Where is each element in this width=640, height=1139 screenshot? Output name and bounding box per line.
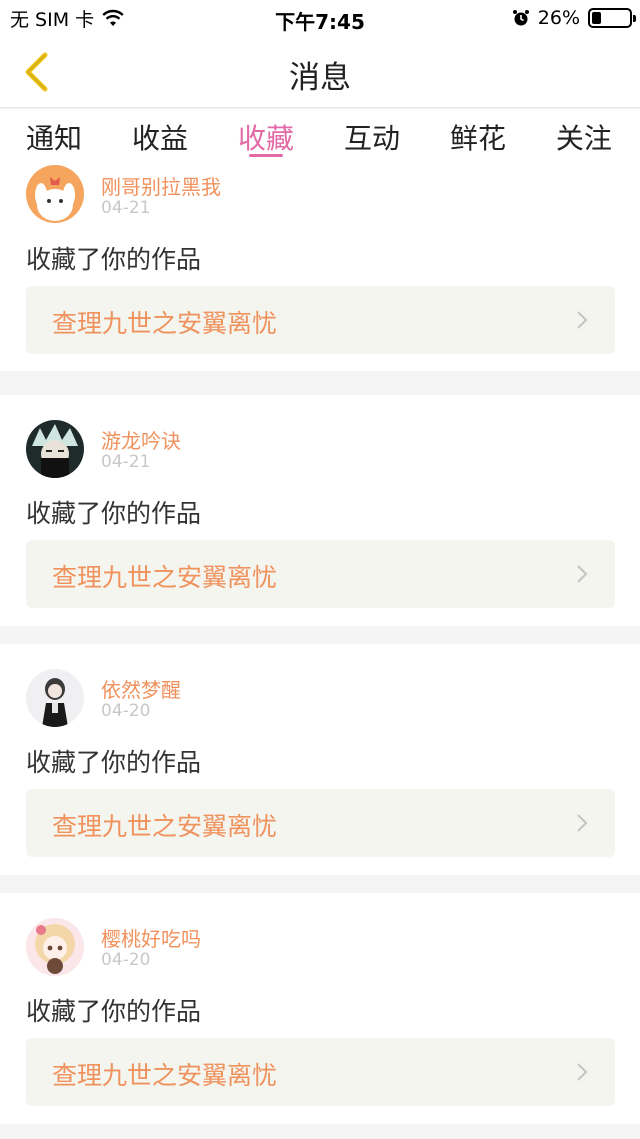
battery-icon — [588, 8, 636, 28]
avatar[interactable] — [26, 165, 84, 223]
message-list: 刚哥别拉黑我 04-21 收藏了你的作品 查理九世之安翼离忧 游龙吟诀 04-2… — [0, 165, 640, 1124]
username[interactable]: 刚哥别拉黑我 — [101, 171, 221, 200]
work-title: 查理九世之安翼离忧 — [52, 563, 278, 592]
work-title: 查理九世之安翼离忧 — [52, 309, 278, 338]
timestamp: 04-20 — [101, 950, 151, 970]
avatar[interactable] — [26, 918, 84, 976]
avatar-image — [26, 918, 84, 976]
chevron-right-icon — [577, 1063, 588, 1081]
nav-bar: 消息 — [0, 36, 640, 108]
list-item: 游龙吟诀 04-21 收藏了你的作品 查理九世之安翼离忧 — [0, 395, 640, 626]
avatar-image — [26, 420, 84, 478]
status-right: 26% — [512, 6, 636, 30]
status-bar: 无 SIM 卡 下午7:45 26% — [0, 0, 640, 36]
username[interactable]: 依然梦醒 — [101, 674, 181, 703]
battery-fill — [592, 12, 602, 24]
tab-notifications[interactable]: 通知 — [26, 109, 82, 165]
tab-earnings[interactable]: 收益 — [132, 109, 188, 165]
list-item: 依然梦醒 04-20 收藏了你的作品 查理九世之安翼离忧 — [0, 644, 640, 875]
page-title: 消息 — [289, 60, 351, 96]
avatar-image — [26, 165, 84, 223]
username[interactable]: 樱桃好吃吗 — [101, 923, 201, 952]
work-link[interactable]: 查理九世之安翼离忧 — [26, 1038, 615, 1106]
work-link[interactable]: 查理九世之安翼离忧 — [26, 286, 615, 354]
tab-interactions[interactable]: 互动 — [344, 109, 400, 165]
tab-bar: 通知 收益 收藏 互动 鲜花 关注 — [0, 109, 640, 165]
timestamp: 04-21 — [101, 198, 151, 218]
work-link[interactable]: 查理九世之安翼离忧 — [26, 789, 615, 857]
avatar-image — [26, 669, 84, 727]
chevron-right-icon — [577, 565, 588, 583]
timestamp: 04-21 — [101, 452, 151, 472]
action-text: 收藏了你的作品 — [26, 245, 202, 274]
chevron-right-icon — [577, 814, 588, 832]
list-item: 刚哥别拉黑我 04-21 收藏了你的作品 查理九世之安翼离忧 — [0, 165, 640, 371]
action-text: 收藏了你的作品 — [26, 997, 202, 1026]
work-title: 查理九世之安翼离忧 — [52, 1061, 278, 1090]
timestamp: 04-20 — [101, 701, 151, 721]
tab-favorites[interactable]: 收藏 — [238, 109, 294, 165]
action-text: 收藏了你的作品 — [26, 748, 202, 777]
chevron-right-icon — [577, 311, 588, 329]
tab-flowers[interactable]: 鲜花 — [450, 109, 506, 165]
list-item: 樱桃好吃吗 04-20 收藏了你的作品 查理九世之安翼离忧 — [0, 893, 640, 1124]
action-text: 收藏了你的作品 — [26, 499, 202, 528]
avatar[interactable] — [26, 669, 84, 727]
alarm-icon — [512, 10, 529, 26]
avatar[interactable] — [26, 420, 84, 478]
work-link[interactable]: 查理九世之安翼离忧 — [26, 540, 615, 608]
work-title: 查理九世之安翼离忧 — [52, 812, 278, 841]
tab-follows[interactable]: 关注 — [556, 109, 612, 165]
username[interactable]: 游龙吟诀 — [101, 425, 181, 454]
battery-percent: 26% — [537, 7, 580, 29]
